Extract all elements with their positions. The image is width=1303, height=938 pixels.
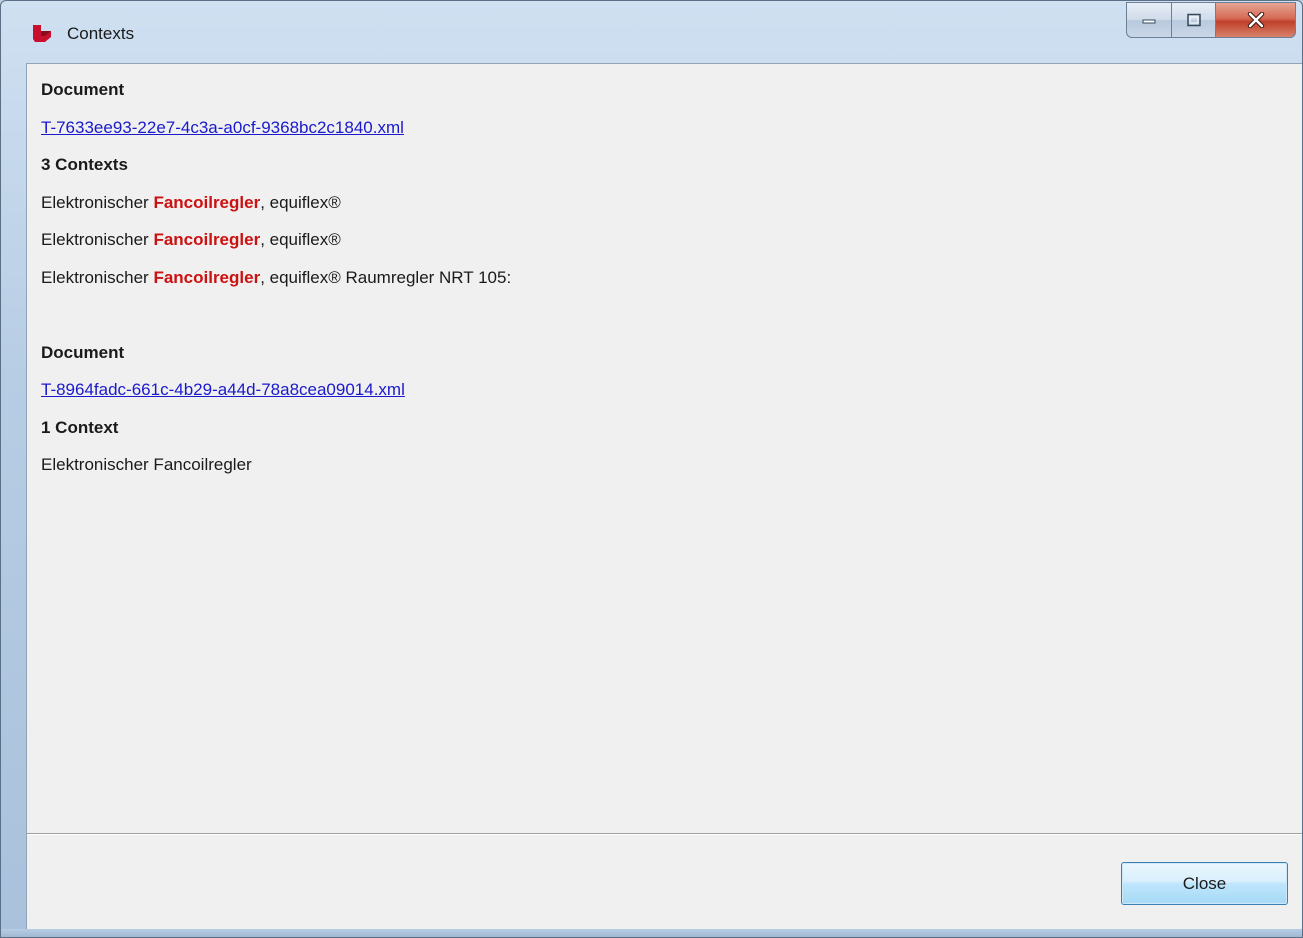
document-heading: Document [41, 80, 125, 99]
context-line: Elektronischer Fancoilregler, equiflex® … [41, 264, 1294, 302]
context-match: Fancoilregler [153, 230, 261, 249]
document-file-row: T-7633ee93-22e7-4c3a-a0cf-9368bc2c1840.x… [41, 114, 1294, 152]
dialog-client-area: Document T-7633ee93-22e7-4c3a-a0cf-9368b… [26, 63, 1302, 931]
context-text-before: Elektronischer [41, 230, 154, 249]
document-file-link[interactable]: T-7633ee93-22e7-4c3a-a0cf-9368bc2c1840.x… [41, 118, 404, 137]
document-file-link[interactable]: T-8964fadc-661c-4b29-a44d-78a8cea09014.x… [41, 380, 405, 399]
context-text-before: Elektronischer [41, 192, 154, 212]
document-spacer [41, 301, 1294, 339]
document-file-row: T-8964fadc-661c-4b29-a44d-78a8cea09014.x… [41, 376, 1294, 414]
context-text-after: , equiflex® [260, 230, 341, 249]
app-logo-icon [33, 25, 51, 42]
context-text-before: Elektronischer Fancoilregler [41, 455, 252, 474]
caption-buttons [1126, 2, 1296, 38]
context-count: 1 Context [41, 417, 119, 437]
contexts-window: Contexts Document T-7633ee93-22e7-4c3a-a… [0, 0, 1303, 938]
close-icon [1247, 12, 1264, 28]
context-line: Elektronischer Fancoilregler, equiflex® [41, 189, 1294, 227]
maximize-button[interactable] [1172, 2, 1216, 38]
context-text-before: Elektronischer [41, 267, 154, 287]
minimize-button[interactable] [1126, 2, 1172, 38]
window-title: Contexts [67, 24, 135, 43]
window-bottom-border [1, 929, 1302, 937]
footer-separator [27, 833, 1302, 835]
context-line: Elektronischer Fancoilregler, equiflex® [41, 226, 1294, 264]
context-text-after: , equiflex® [260, 192, 341, 212]
context-text-after: , equiflex® Raumregler NRT 105: [260, 267, 512, 287]
maximize-icon [1186, 13, 1201, 27]
document-heading: Document [41, 342, 125, 362]
context-count: 3 Contexts [41, 155, 128, 174]
context-match: Fancoilregler [153, 267, 261, 287]
window-close-button[interactable] [1216, 2, 1296, 38]
context-match: Fancoilregler [153, 192, 261, 212]
minimize-icon [1142, 19, 1156, 24]
close-button[interactable]: Close [1121, 862, 1288, 905]
context-line: Elektronischer Fancoilregler [41, 451, 1294, 489]
contexts-list: Document T-7633ee93-22e7-4c3a-a0cf-9368b… [41, 76, 1294, 489]
title-bar[interactable]: Contexts [1, 1, 1302, 63]
